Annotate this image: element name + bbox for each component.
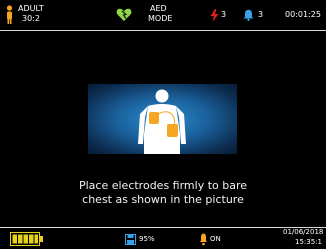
lightning-icon (210, 9, 219, 22)
mode-line2: MODE (148, 14, 173, 23)
memory-icon (125, 234, 136, 245)
patient-type: ADULT (18, 4, 44, 13)
battery-percent: 95% (139, 235, 155, 243)
mode-line1: AED (150, 4, 167, 13)
heart-icon (116, 8, 132, 21)
shock-count: 3 (221, 10, 227, 19)
bottom-bar: 95% ON 01/06/2018 15:35:1 (0, 228, 326, 249)
time: 15:35:1 (295, 238, 322, 246)
date: 01/06/2018 (283, 228, 324, 236)
cpr-ratio: 30:2 (22, 14, 40, 23)
sound-icon (200, 233, 207, 246)
electrode-placement-figure (88, 84, 237, 154)
timer: 00:01:25 (285, 10, 321, 19)
person-icon (6, 5, 13, 24)
alarm-count: 3 (258, 10, 264, 19)
electrode-placement-icon (138, 89, 186, 154)
battery-icon (10, 232, 43, 246)
sound-state: ON (210, 235, 221, 243)
bell-icon (243, 9, 254, 21)
instruction-line-1: Place electrodes firmly to bare (78, 179, 248, 192)
instruction-line-2: chest as shown in the picture (82, 193, 244, 206)
status-bar: ADULT 30:2 AED MODE 3 3 00:01:25 (0, 0, 326, 30)
